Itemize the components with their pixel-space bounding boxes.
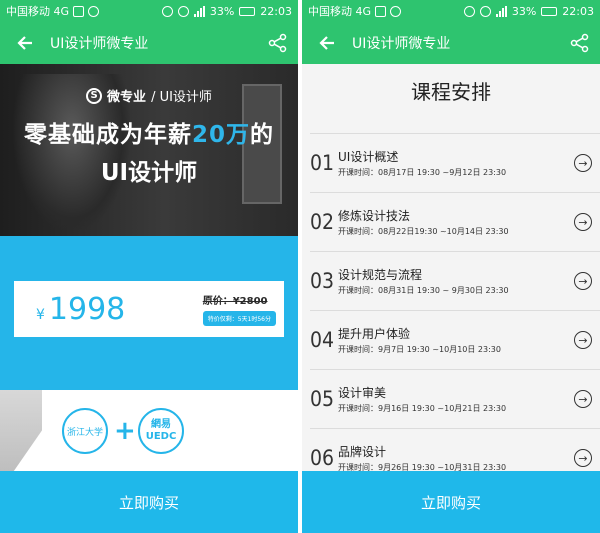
weizhuanye-logo-icon: S bbox=[86, 87, 103, 104]
uedc-top-text: 網易 bbox=[151, 419, 171, 430]
course-info: 品牌设计 开课时间：9月26日 19:30 ~10月31日 23:30 bbox=[338, 443, 574, 473]
course-name: 提升用户体验 bbox=[338, 327, 411, 341]
course-row[interactable]: 04 提升用户体验 开课时间：9月7日 19:30 ~10月10日 23:30 → bbox=[310, 310, 600, 369]
course-info: 设计规范与流程开课时间：08月31日 19:30 ~ 9月30日 23:30 bbox=[338, 266, 574, 296]
course-number: 02 bbox=[310, 210, 335, 234]
status-bar: 中国移动 4G 33% 22:03 bbox=[0, 0, 298, 22]
title-bar: UI设计师微专业 bbox=[0, 22, 298, 64]
price-amount: 1998 bbox=[48, 291, 126, 327]
page-title: UI设计师微专业 bbox=[50, 36, 149, 52]
course-time: 开课时间：08月31日 19:30 ~ 9月30日 23:30 bbox=[338, 286, 509, 295]
schedule-title: 课程安排 bbox=[411, 80, 491, 104]
headline-text-b: 的 bbox=[250, 122, 274, 148]
course-list: 01 UI设计概述 开课时间：08月17日 19:30 ~9月12日 23:30 → 0… bbox=[302, 133, 600, 487]
price-section: ¥ 1998 原价：¥2800 特价仅剩：5天1时56分 bbox=[0, 236, 298, 390]
back-arrow-icon[interactable] bbox=[14, 32, 36, 54]
arrow-right-circle-icon[interactable]: → bbox=[574, 449, 592, 467]
zju-logo: 浙江大学 bbox=[62, 408, 108, 454]
image-notification-icon bbox=[375, 5, 387, 17]
course-number: 06 bbox=[310, 446, 335, 470]
clock: 22:03 bbox=[260, 4, 292, 18]
battery-percent: 33% bbox=[209, 4, 235, 18]
course-name: 修炼设计技法 bbox=[338, 209, 411, 223]
arrow-right-circle-icon[interactable]: → bbox=[574, 390, 592, 408]
notification-icon bbox=[88, 5, 100, 17]
arrow-right-circle-icon[interactable]: → bbox=[574, 154, 592, 172]
netease-uedc-logo: 網易 UEDC bbox=[138, 408, 184, 454]
headline-line1: 零基础成为年薪20万的 bbox=[0, 115, 298, 149]
left-screen: 中国移动 4G 33% 22:03 UI设计师微专业 S 微专业 / UI设计师 bbox=[0, 0, 298, 533]
signal-icon bbox=[193, 5, 205, 17]
image-notification-icon bbox=[73, 5, 85, 17]
price-side: 原价：¥2800 特价仅剩：5天1时56分 bbox=[202, 292, 276, 326]
course-name: 设计审美 bbox=[338, 386, 387, 400]
clock: 22:03 bbox=[562, 4, 594, 18]
share-icon[interactable] bbox=[570, 33, 590, 53]
back-arrow-icon[interactable] bbox=[316, 32, 338, 54]
course-info: UI设计概述开课时间：08月17日 19:30 ~9月12日 23:30 bbox=[338, 148, 574, 178]
brand-name: 微专业 bbox=[107, 90, 147, 105]
course-info: 提升用户体验开课时间：9月7日 19:30 ~10月10日 23:30 bbox=[338, 325, 574, 355]
headline-line2: UI设计师 bbox=[100, 160, 198, 186]
course-number: 05 bbox=[310, 387, 335, 411]
status-bar: 中国移动 4G 33% 22:03 bbox=[302, 0, 600, 22]
uedc-bottom-text: UEDC bbox=[145, 431, 177, 442]
plus-icon: + bbox=[114, 416, 136, 446]
right-screen: 中国移动 4G 33% 22:03 UI设计师微专业 课程安排 01 UI设计概述… bbox=[302, 0, 600, 533]
carrier-label: 中国移动 4G bbox=[308, 5, 372, 18]
page-title: UI设计师微专业 bbox=[352, 36, 451, 52]
arrow-right-circle-icon[interactable]: → bbox=[574, 272, 592, 290]
current-price: ¥ 1998 bbox=[36, 292, 125, 327]
promo-countdown-badge: 特价仅剩：5天1时56分 bbox=[202, 311, 276, 326]
hero-banner: S 微专业 / UI设计师 零基础成为年薪20万的 UI设计师 bbox=[0, 64, 298, 236]
course-number: 03 bbox=[310, 269, 335, 293]
course-name: 品牌设计 bbox=[338, 445, 387, 459]
title-bar: UI设计师微专业 bbox=[302, 22, 600, 64]
arrow-right-circle-icon[interactable]: → bbox=[574, 331, 592, 349]
price-card: ¥ 1998 原价：¥2800 特价仅剩：5天1时56分 bbox=[14, 281, 284, 337]
battery-percent: 33% bbox=[511, 4, 537, 18]
arrow-right-circle-icon[interactable]: → bbox=[574, 213, 592, 231]
course-row[interactable]: 01 UI设计概述 开课时间：08月17日 19:30 ~9月12日 23:30 → bbox=[310, 133, 600, 192]
course-name: UI设计概述 bbox=[338, 150, 399, 164]
currency-symbol: ¥ bbox=[36, 306, 45, 323]
course-time: 开课时间：9月7日 19:30 ~10月10日 23:30 bbox=[338, 345, 501, 354]
carrier-label: 中国移动 4G bbox=[6, 5, 70, 18]
course-number: 01 bbox=[310, 151, 335, 175]
course-info: 设计审美开课时间：9月16日 19:30 ~10月21日 23:30 bbox=[338, 384, 574, 414]
silent-icon bbox=[463, 5, 475, 17]
alarm-icon bbox=[479, 5, 491, 17]
brand-line: S 微专业 / UI设计师 bbox=[0, 86, 298, 105]
course-name: 设计规范与流程 bbox=[338, 268, 423, 282]
battery-icon bbox=[541, 6, 558, 16]
signal-icon bbox=[495, 5, 507, 17]
course-row[interactable]: 03 设计规范与流程开课时间：08月31日 19:30 ~ 9月30日 23:30… bbox=[310, 251, 600, 310]
original-price: 原价：¥2800 bbox=[202, 296, 268, 307]
headline-text-a: 零基础成为年薪 bbox=[23, 122, 192, 148]
course-time: 开课时间：08月22日19:30 ~10月14日 23:30 bbox=[338, 227, 509, 236]
course-number: 04 bbox=[310, 328, 335, 352]
brand-subtitle: / UI设计师 bbox=[151, 90, 212, 105]
headline-highlight: 20万 bbox=[191, 122, 250, 148]
course-info: 修炼设计技法开课时间：08月22日19:30 ~10月14日 23:30 bbox=[338, 207, 574, 237]
silent-icon bbox=[161, 5, 173, 17]
course-row[interactable]: 05 设计审美 开课时间：9月16日 19:30 ~10月21日 23:30 → bbox=[310, 369, 600, 428]
course-time: 开课时间：9月16日 19:30 ~10月21日 23:30 bbox=[338, 404, 507, 413]
buy-now-button[interactable]: 立即购买 bbox=[0, 471, 298, 533]
share-icon[interactable] bbox=[268, 33, 288, 53]
battery-icon bbox=[239, 6, 256, 16]
buy-now-button[interactable]: 立即购买 bbox=[302, 471, 600, 533]
notification-icon bbox=[390, 5, 402, 17]
alarm-icon bbox=[177, 5, 189, 17]
course-time: 开课时间：08月17日 19:30 ~9月12日 23:30 bbox=[338, 168, 507, 177]
course-row[interactable]: 02 修炼设计技法 开课时间：08月22日19:30 ~10月14日 23:30 → bbox=[310, 192, 600, 251]
